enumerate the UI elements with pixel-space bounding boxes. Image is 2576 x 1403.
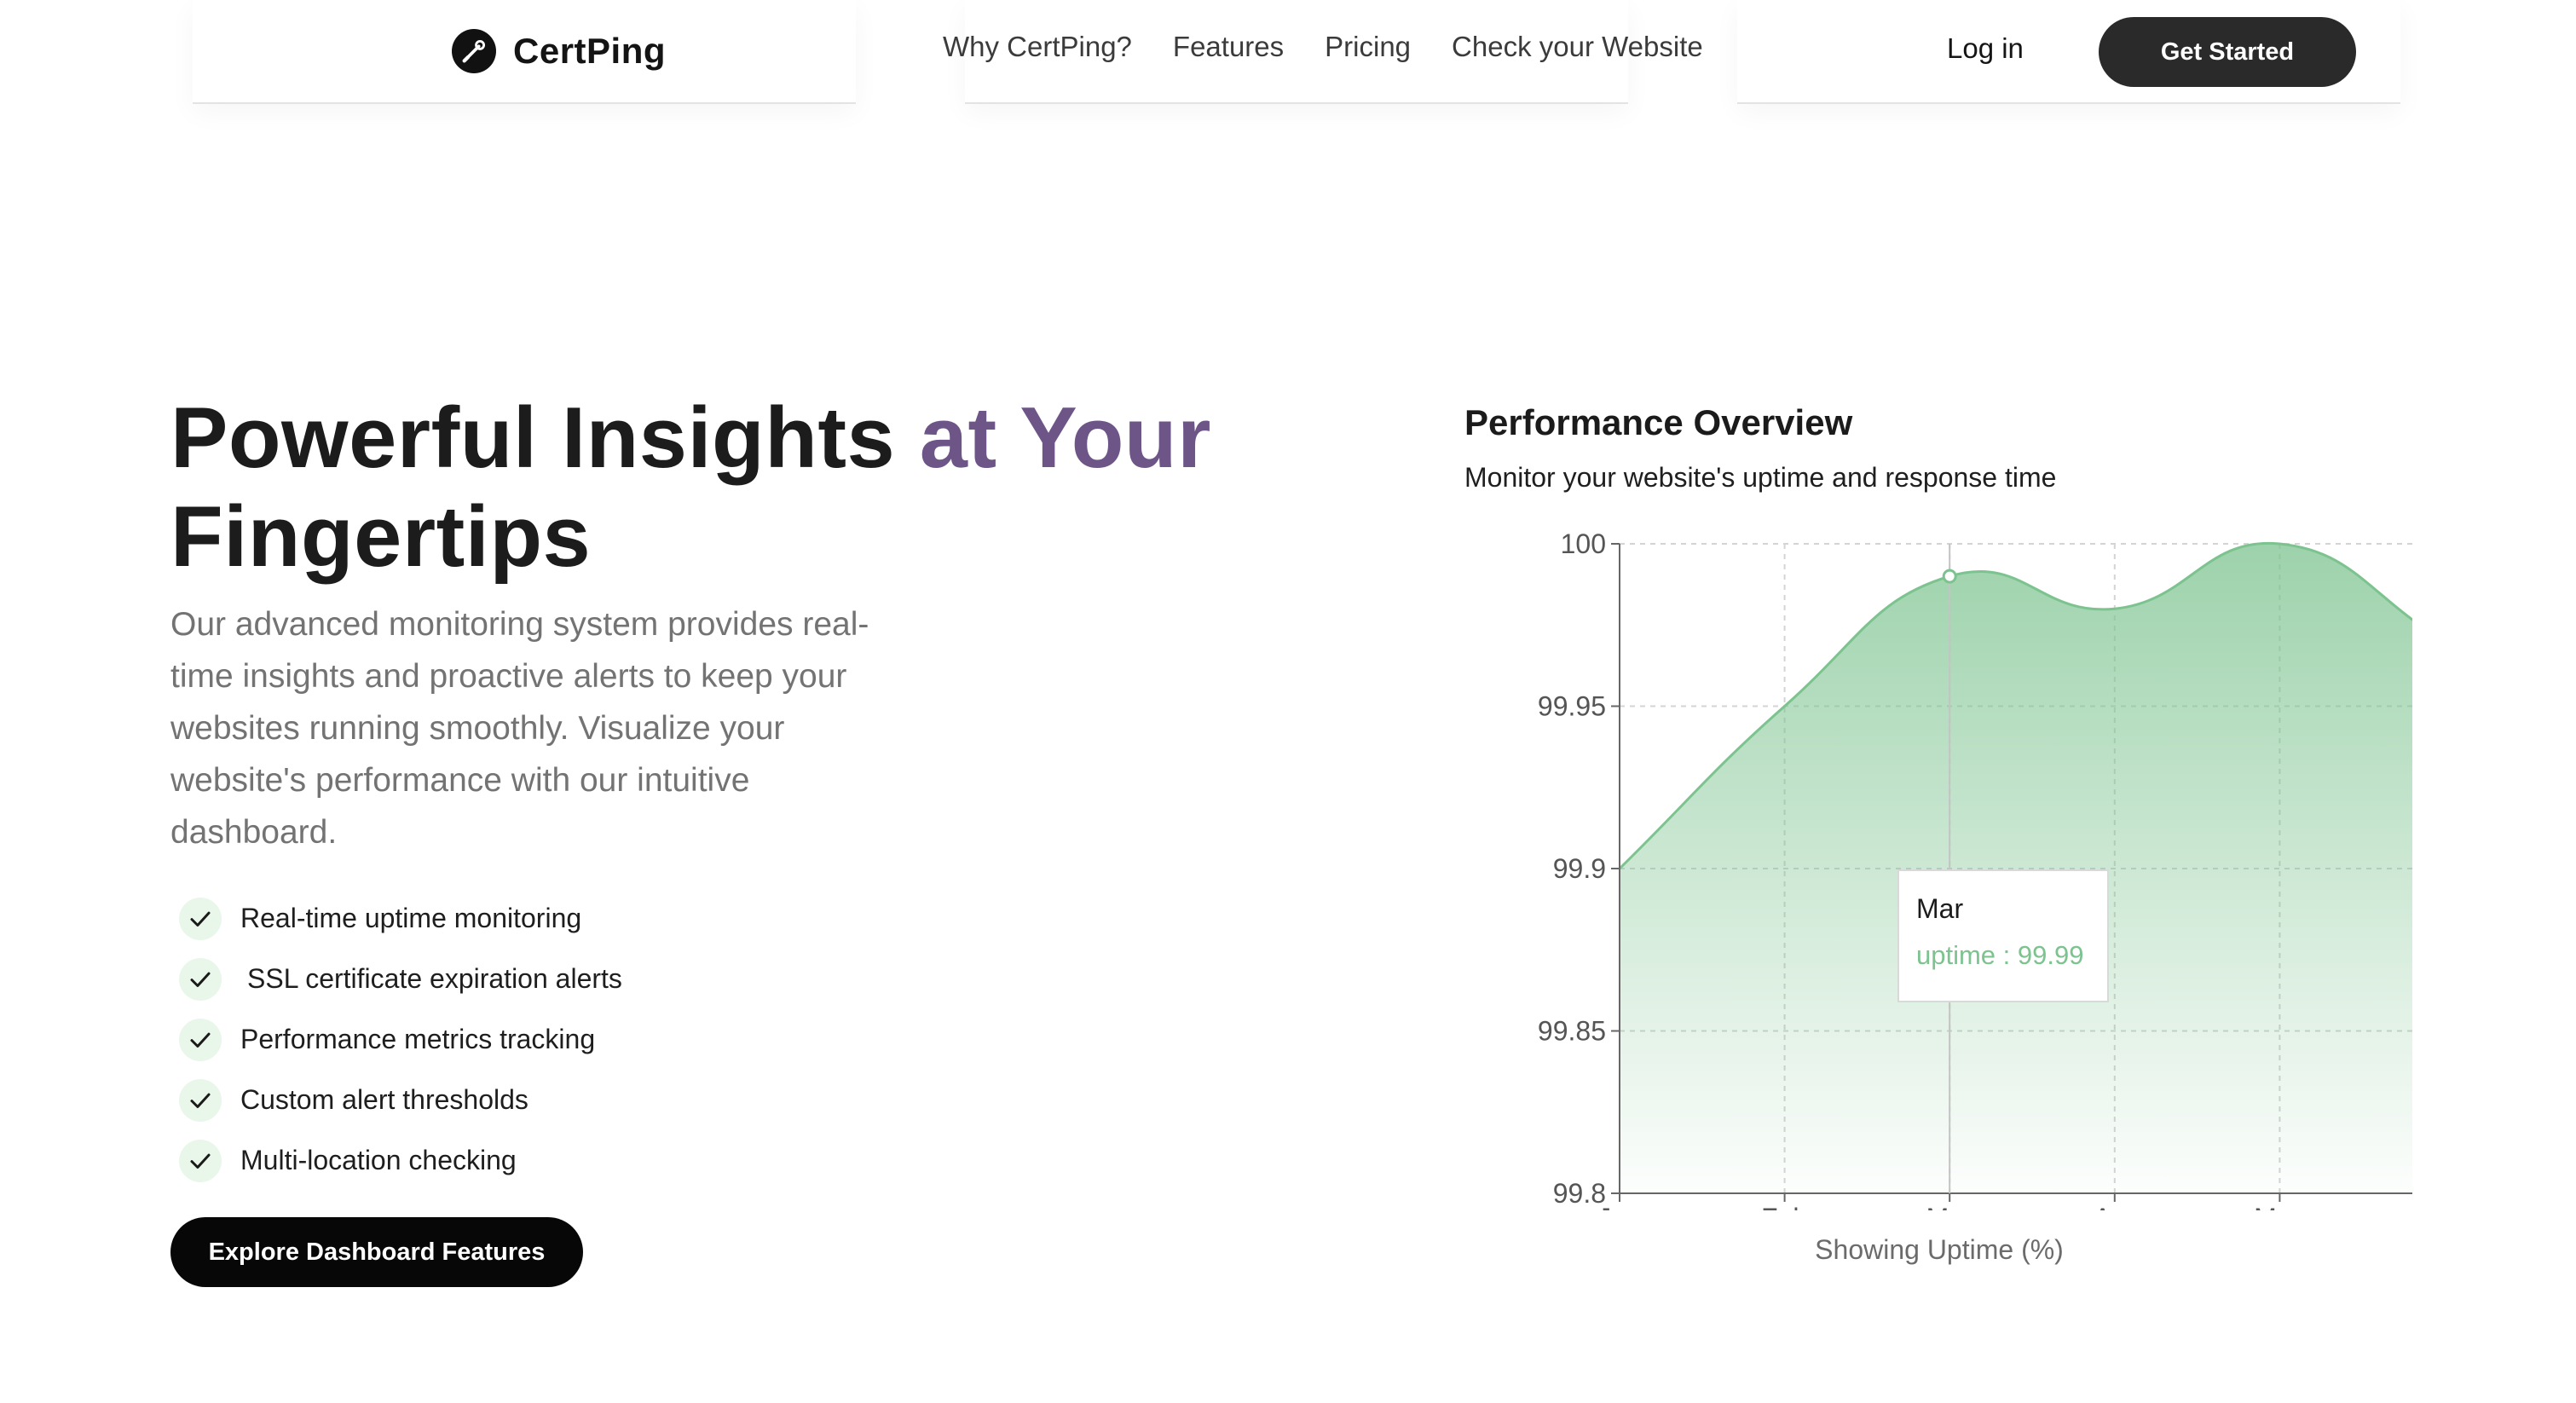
explore-dashboard-button[interactable]: Explore Dashboard Features xyxy=(170,1217,583,1287)
hero-title-main: Powerful Insights xyxy=(170,390,920,486)
feature-item: Custom alert thresholds xyxy=(179,1070,622,1130)
hero-title-accent: at Your xyxy=(919,390,1211,486)
x-tick-label: Mar xyxy=(1926,1203,1973,1210)
chart-caption: Showing Uptime (%) xyxy=(1815,1234,2064,1265)
y-tick-label: 100 xyxy=(1561,528,1606,559)
check-icon xyxy=(179,957,222,1001)
x-tick-label: Apr xyxy=(2094,1203,2136,1210)
y-tick-label: 99.95 xyxy=(1538,691,1606,722)
hero-title-end: Fingertips xyxy=(170,489,592,585)
performance-card-title: Performance Overview xyxy=(1464,402,1853,442)
check-icon xyxy=(179,1018,222,1061)
check-icon xyxy=(179,1139,222,1182)
nav-links: Why CertPing? Features Pricing Check you… xyxy=(943,31,1703,63)
feature-item: Real-time uptime monitoring xyxy=(179,888,622,949)
feature-label: SSL certificate expiration alerts xyxy=(247,963,622,994)
feature-item: SSL certificate expiration alerts xyxy=(179,949,622,1009)
x-tick-label: Jan xyxy=(1597,1203,1642,1210)
active-data-point xyxy=(1942,569,1957,584)
brand-link[interactable]: CertPing xyxy=(452,26,666,77)
hero-title: Powerful Insights at Your Fingertips xyxy=(170,389,1279,586)
nav-link-why-certping[interactable]: Why CertPing? xyxy=(943,31,1132,63)
y-tick-label: 99.9 xyxy=(1553,853,1606,884)
feature-label: Real-time uptime monitoring xyxy=(240,903,582,933)
top-navigation: CertPing Why CertPing? Features Pricing … xyxy=(0,0,2576,104)
nav-link-features[interactable]: Features xyxy=(1173,31,1284,63)
feature-label: Performance metrics tracking xyxy=(240,1024,596,1054)
nav-link-pricing[interactable]: Pricing xyxy=(1325,31,1411,63)
feature-item: Performance metrics tracking xyxy=(179,1009,622,1070)
hero-description: Our advanced monitoring system provides … xyxy=(170,606,869,851)
x-tick-label: Feb xyxy=(1761,1203,1808,1210)
check-icon xyxy=(179,1078,222,1122)
check-icon xyxy=(179,897,222,940)
brand-name: CertPing xyxy=(513,31,667,71)
tooltip-label: Mar xyxy=(1916,893,1964,924)
login-link[interactable]: Log in xyxy=(1947,32,2024,65)
y-tick-label: 99.85 xyxy=(1538,1016,1606,1047)
feature-list: Real-time uptime monitoring SSL certific… xyxy=(179,888,622,1191)
feature-item: Multi-location checking xyxy=(179,1130,622,1191)
chart-tooltip: Mar uptime : 99.99 xyxy=(1897,869,2109,1002)
certping-logo-icon xyxy=(452,29,496,73)
get-started-button[interactable]: Get Started xyxy=(2099,17,2356,87)
performance-card-subtitle: Monitor your website's uptime and respon… xyxy=(1464,462,2057,493)
feature-label: Multi-location checking xyxy=(240,1145,517,1175)
tooltip-value: uptime : 99.99 xyxy=(1916,940,2084,970)
x-tick-label: May xyxy=(2254,1203,2305,1210)
uptime-area-chart[interactable]: 10099.9599.999.8599.8JanFebMarAprMayJun xyxy=(1449,511,2412,1210)
uptime-area-fill xyxy=(1620,543,2412,1193)
feature-label: Custom alert thresholds xyxy=(240,1084,528,1115)
nav-link-check-website[interactable]: Check your Website xyxy=(1452,31,1703,63)
